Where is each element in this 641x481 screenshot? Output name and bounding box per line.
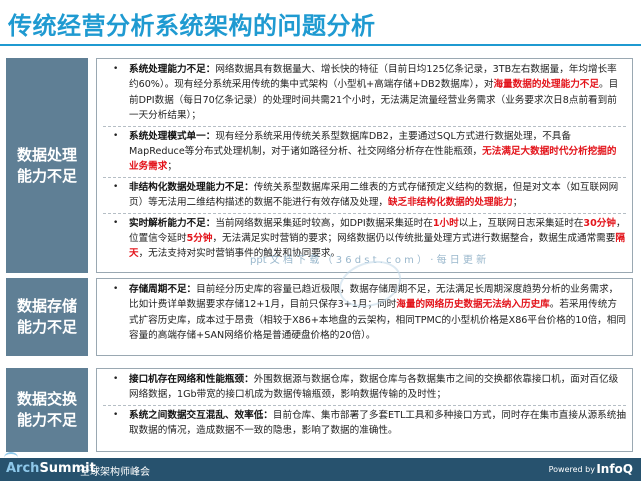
item-divider bbox=[103, 212, 626, 214]
title-underline bbox=[0, 44, 641, 46]
page-title: 传统经营分析系统架构的问题分析 bbox=[8, 12, 376, 40]
item-heading: 系统之间数据交互混乱、效率低： bbox=[129, 409, 273, 421]
body-text: 当前网络数据采集延时较高，如DPI数据采集延时在 bbox=[215, 217, 433, 229]
footer-tagline: 全球架构师峰会 bbox=[80, 467, 150, 478]
bullet-item: • 系统处理模式单一：现有经分系统采用传统关系型数据库DB2，主要通过SQL方式进… bbox=[103, 129, 626, 175]
section-box-exchange: • 接口机存在网络和性能瓶颈：外围数据源与数据仓库，数据仓库与各数据集市之间的交换… bbox=[96, 368, 633, 452]
item-divider bbox=[103, 176, 626, 178]
section-box-processing: • 系统处理能力不足：网络数据具有数据量大、增长快的特征（目前日均125亿条记录，… bbox=[96, 58, 633, 273]
item-divider bbox=[103, 404, 626, 406]
item-heading: 系统处理模式单一： bbox=[129, 130, 216, 142]
item-heading: 实时解析能力不足： bbox=[129, 217, 216, 229]
section-label-text: 数据交换能力不足 bbox=[16, 390, 77, 429]
bullet-item: • 非结构化数据处理能力不足：传统关系型数据库采用二维表的方式存储预定义结构的数据… bbox=[103, 180, 626, 211]
bullet-icon: • bbox=[113, 374, 119, 384]
bullet-item: • 接口机存在网络和性能瓶颈：外围数据源与数据仓库，数据仓库与各数据集市之间的交换… bbox=[103, 372, 626, 403]
body-text: ； bbox=[167, 161, 177, 173]
body-text: ； bbox=[512, 197, 523, 209]
bullet-icon: • bbox=[113, 130, 119, 141]
highlight-text: 1小时 bbox=[432, 217, 459, 229]
section-label-text: 数据存储能力不足 bbox=[16, 297, 77, 336]
item-divider bbox=[103, 125, 626, 127]
section-label-exchange: 数据交换能力不足 bbox=[6, 368, 88, 452]
bullet-item: • 系统处理能力不足：网络数据具有数据量大、增长快的特征（目前日均125亿条记录，… bbox=[103, 62, 626, 124]
item-heading: 系统处理能力不足： bbox=[129, 64, 216, 75]
section-label-storage: 数据存储能力不足 bbox=[6, 278, 88, 356]
bullet-icon: • bbox=[113, 284, 119, 294]
section-label-text: 数据处理能力不足 bbox=[16, 145, 77, 185]
footer-bar: ArchSummit 全球架构师峰会 Powered by InfoQ bbox=[0, 452, 641, 481]
section-label-processing: 数据处理能力不足 bbox=[6, 58, 88, 273]
infoq-logo: InfoQ bbox=[596, 462, 633, 476]
bullet-icon: • bbox=[113, 181, 119, 192]
highlight-text: 5分钟 bbox=[186, 233, 213, 245]
bullet-icon: • bbox=[113, 409, 119, 420]
bullet-icon: • bbox=[113, 64, 119, 74]
bullet-icon: • bbox=[113, 217, 119, 228]
item-heading: 非结构化数据处理能力不足： bbox=[129, 181, 254, 193]
item-heading: 接口机存在网络和性能瓶颈： bbox=[129, 374, 254, 385]
bullet-item: • 系统之间数据交互混乱、效率低：目前仓库、集市部署了多套ETL工具和多种接口方式… bbox=[103, 408, 626, 439]
highlight-text: 海量的网络历史数据无法纳入历史库 bbox=[396, 299, 550, 311]
highlight-text: 30分钟 bbox=[583, 217, 616, 229]
highlight-text: 海量数据的处理能力不足 bbox=[493, 79, 599, 91]
body-text: 以上，互联网日志采集延时在 bbox=[458, 217, 584, 229]
powered-by-text: Powered by bbox=[548, 465, 595, 474]
highlight-text: 缺乏非结构化数据的处理能力 bbox=[388, 197, 513, 209]
item-heading: 存储周期不足： bbox=[129, 284, 197, 295]
body-text: ，无法满足实时营销的要求；网络数据仍以传统批量处理方式进行数据整合，数据生成通常… bbox=[212, 233, 616, 245]
